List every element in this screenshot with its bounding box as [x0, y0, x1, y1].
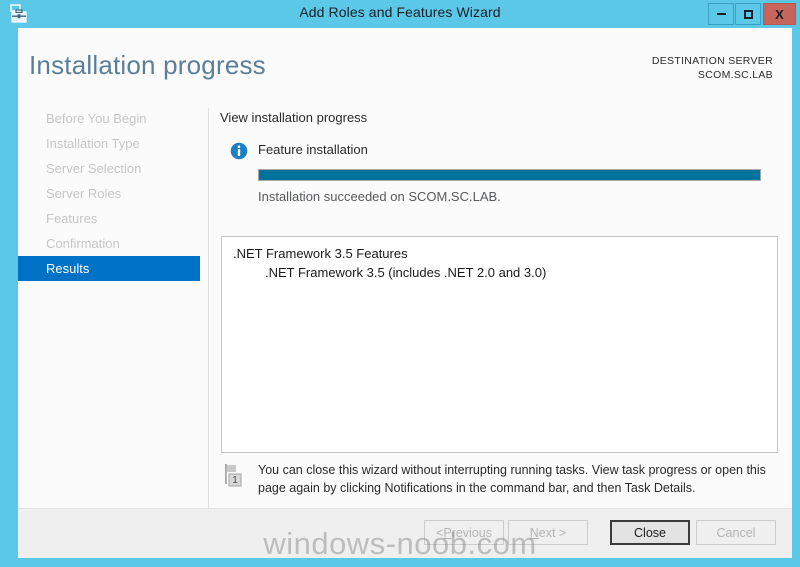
- destination-server-value: SCOM.SC.LAB: [697, 69, 773, 81]
- window-title: Add Roles and Features Wizard: [299, 4, 501, 20]
- maximize-button[interactable]: [735, 3, 761, 25]
- minimize-button[interactable]: [708, 3, 734, 25]
- sidebar-divider: [208, 108, 209, 528]
- info-icon: [230, 142, 248, 160]
- progress-bar-fill: [259, 170, 760, 180]
- close-button[interactable]: Close: [610, 520, 690, 545]
- page-header: Installation progress DESTINATION SERVER…: [18, 28, 792, 88]
- sidebar-item-installation-type[interactable]: Installation Type: [18, 131, 208, 156]
- list-item: .NET Framework 3.5 (includes .NET 2.0 an…: [265, 265, 547, 280]
- sidebar-item-results[interactable]: Results: [18, 256, 200, 281]
- wizard-step-nav: Before You Begin Installation Type Serve…: [18, 106, 208, 281]
- cancel-button[interactable]: Cancel: [696, 520, 776, 545]
- section-label: View installation progress: [220, 110, 368, 125]
- progress-status-text: Installation succeeded on SCOM.SC.LAB.: [258, 189, 501, 204]
- sidebar-item-server-selection[interactable]: Server Selection: [18, 156, 208, 181]
- sidebar-item-server-roles[interactable]: Server Roles: [18, 181, 208, 206]
- wizard-window: Add Roles and Features Wizard X Installa…: [0, 0, 800, 567]
- sidebar-item-confirmation[interactable]: Confirmation: [18, 231, 208, 256]
- minimize-icon: [716, 13, 726, 15]
- previous-button[interactable]: < Previous: [424, 520, 504, 545]
- list-item: .NET Framework 3.5 Features: [233, 246, 408, 261]
- page-title: Installation progress: [29, 50, 266, 80]
- destination-server-label: DESTINATION SERVER: [651, 55, 773, 67]
- wizard-note-text: You can close this wizard without interr…: [258, 463, 766, 495]
- destination-server-info: DESTINATION SERVER SCOM.SC.LAB: [652, 54, 773, 82]
- installation-progress-bar: [258, 169, 761, 181]
- notification-flag-icon: 1: [222, 462, 248, 488]
- install-type-label: Feature installation: [258, 142, 368, 157]
- next-button[interactable]: Next >: [508, 520, 588, 545]
- close-window-button[interactable]: X: [763, 3, 796, 25]
- wizard-client-area: Installation progress DESTINATION SERVER…: [18, 28, 792, 558]
- maximize-icon: [743, 9, 753, 19]
- wizard-footer: < Previous Next > Close Cancel: [18, 508, 792, 558]
- title-bar[interactable]: Add Roles and Features Wizard X: [0, 0, 800, 28]
- sidebar-item-features[interactable]: Features: [18, 206, 208, 231]
- results-list-box[interactable]: .NET Framework 3.5 Features .NET Framewo…: [221, 236, 778, 453]
- notification-badge-count: 1: [232, 475, 238, 486]
- sidebar-item-before-you-begin[interactable]: Before You Begin: [18, 106, 208, 131]
